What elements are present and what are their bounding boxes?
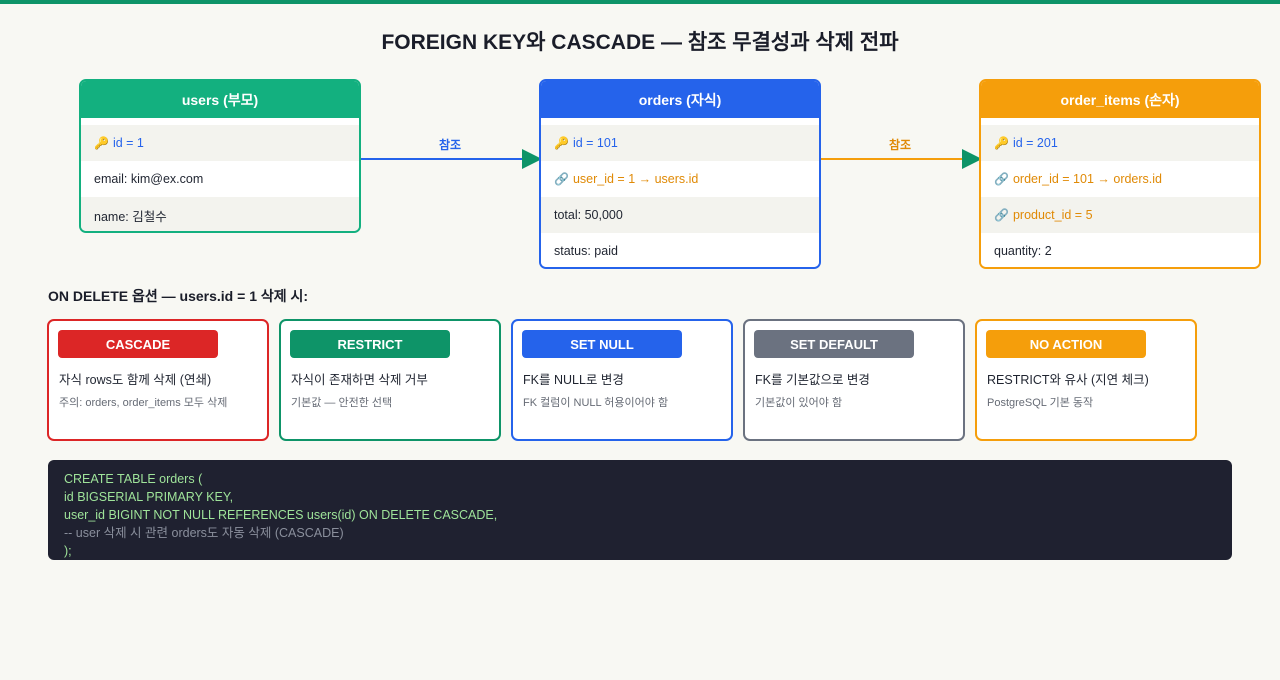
order-items-row-quantity: quantity: 2 (981, 233, 1259, 267)
option-badge: CASCADE (58, 330, 218, 358)
edge-label-orders-items: 참조 (889, 138, 912, 152)
option-description: RESTRICT와 유사 (지연 체크) (987, 373, 1149, 387)
key-icon: 🔑 (994, 136, 1009, 150)
sql-code-block: CREATE TABLE orders ( id BIGSERIAL PRIMA… (48, 460, 1232, 560)
option-note: 주의: orders, order_items 모두 삭제 (59, 397, 228, 409)
option-badge: NO ACTION (986, 330, 1146, 358)
order-items-table: order_items (손자) 🔑 id = 201 🔗 order_id =… (979, 79, 1261, 269)
orders-row-user-id: 🔗 user_id = 1 → users.id (541, 161, 819, 197)
orders-table: orders (자식) 🔑 id = 101 🔗 user_id = 1 → u… (539, 79, 821, 269)
order-items-row-order-id: 🔗 order_id = 101 → orders.id (981, 161, 1259, 197)
option-badge: SET DEFAULT (754, 330, 914, 358)
option-description: 자식이 존재하면 삭제 거부 (291, 373, 428, 387)
users-table: users (부모) 🔑 id = 1 email: kim@ex.com na… (79, 79, 361, 233)
option-card-set-default: SET DEFAULT FK를 기본값으로 변경 기본값이 있어야 함 (743, 319, 965, 441)
link-icon: 🔗 (554, 172, 569, 186)
key-icon: 🔑 (94, 136, 109, 150)
option-description: FK를 기본값으로 변경 (755, 373, 870, 387)
users-row-email: email: kim@ex.com (81, 161, 359, 197)
orders-row-id: 🔑 id = 101 (541, 125, 819, 161)
code-line: id BIGSERIAL PRIMARY KEY, (64, 490, 234, 504)
option-note: 기본값이 있어야 함 (755, 397, 843, 409)
option-card-no-action: NO ACTION RESTRICT와 유사 (지연 체크) PostgreSQ… (975, 319, 1197, 441)
option-note: PostgreSQL 기본 동작 (987, 397, 1094, 409)
option-badge: SET NULL (522, 330, 682, 358)
option-card-restrict: RESTRICT 자식이 존재하면 삭제 거부 기본값 — 안전한 선택 (279, 319, 501, 441)
users-table-header: users (부모) (81, 81, 359, 118)
option-badge: RESTRICT (290, 330, 450, 358)
option-description: FK를 NULL로 변경 (523, 373, 624, 387)
link-icon: 🔗 (994, 208, 1009, 222)
edge-label-users-orders: 참조 (439, 138, 462, 152)
order-items-row-product-id: 🔗 product_id = 5 (981, 197, 1259, 233)
option-note: 기본값 — 안전한 선택 (291, 397, 393, 409)
code-line: user_id BIGINT NOT NULL REFERENCES users… (64, 508, 498, 522)
order-items-table-header: order_items (손자) (981, 81, 1259, 118)
key-icon: 🔑 (554, 136, 569, 150)
users-row-id: 🔑 id = 1 (81, 125, 359, 161)
code-line: CREATE TABLE orders ( (64, 472, 203, 486)
orders-table-header: orders (자식) (541, 81, 819, 118)
option-card-set-null: SET NULL FK를 NULL로 변경 FK 컬럼이 NULL 허용이어야 … (511, 319, 733, 441)
code-comment-line: -- user 삭제 시 관련 orders도 자동 삭제 (CASCADE) (64, 526, 344, 540)
option-description: 자식 rows도 함께 삭제 (연쇄) (59, 373, 212, 387)
order-items-row-id: 🔑 id = 201 (981, 125, 1259, 161)
orders-row-total: total: 50,000 (541, 197, 819, 233)
on-delete-section-label: ON DELETE 옵션 — users.id = 1 삭제 시: (48, 288, 309, 304)
link-icon: 🔗 (994, 172, 1009, 186)
option-note: FK 컬럼이 NULL 허용이어야 함 (523, 397, 669, 409)
code-line: ); (64, 544, 72, 558)
option-card-cascade: CASCADE 자식 rows도 함께 삭제 (연쇄) 주의: orders, … (47, 319, 269, 441)
orders-row-status: status: paid (541, 233, 819, 267)
users-row-name: name: 김철수 (81, 197, 359, 231)
